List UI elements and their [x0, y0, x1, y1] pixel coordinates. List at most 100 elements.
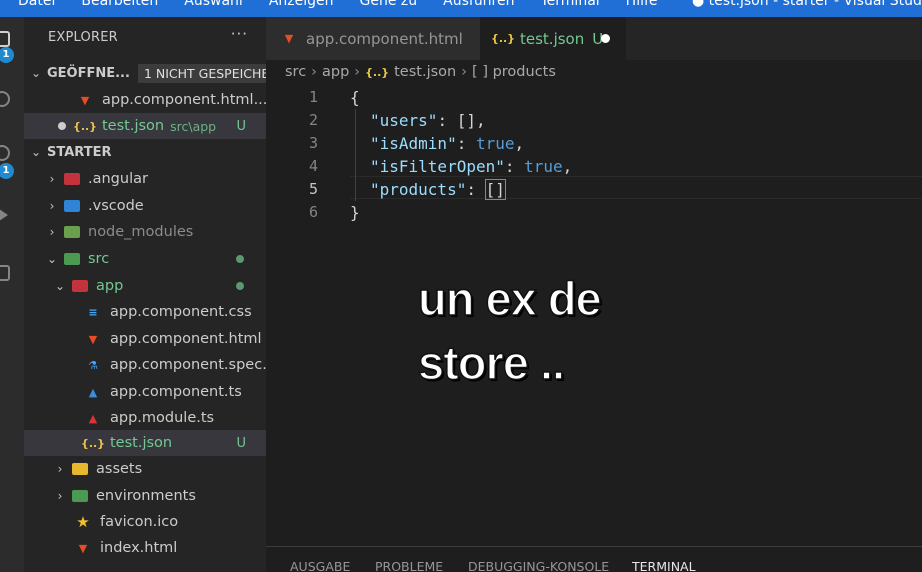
tree-item-spec[interactable]: ⚗ app.component.spec... — [24, 352, 266, 378]
html-file-icon: ▼ — [78, 541, 88, 555]
tree-item-label: .angular — [88, 171, 148, 187]
modified-dot-icon — [236, 255, 244, 263]
tree-item-node-modules[interactable]: › node_modules — [24, 219, 266, 245]
panel-tab-probleme[interactable]: PROBLEME — [375, 559, 443, 572]
tree-item-label: node_modules — [88, 224, 194, 240]
json-punct: : [], — [437, 111, 486, 130]
vscode-window: Datei Bearbeiten Auswahl Anzeigen Gehe z… — [0, 0, 922, 572]
tree-item-label: .vscode — [88, 198, 144, 214]
tree-item-label: app — [96, 278, 124, 294]
activity-bar: 1 1 — [0, 17, 24, 572]
tree-item-ts[interactable]: ▲ app.component.ts — [24, 379, 266, 405]
unsaved-dot-icon[interactable] — [601, 34, 610, 43]
json-file-icon: {..} — [365, 65, 390, 79]
json-key: "isAdmin" — [370, 134, 457, 153]
panel-tab-debug-console[interactable]: DEBUGGING-KONSOLE — [468, 559, 609, 572]
project-header[interactable]: ⌄ STARTER — [24, 139, 266, 165]
tab-label: app.component.html — [306, 29, 463, 48]
json-bool: true — [475, 134, 515, 153]
tree-item-label: test.json — [110, 435, 173, 451]
code-line: { — [350, 88, 360, 107]
panel-tab-ausgabe[interactable]: AUSGABE — [290, 559, 350, 572]
html-file-icon: ▼ — [284, 32, 294, 45]
tree-item-label: app.component.spec... — [110, 357, 266, 373]
tree-item-label: app.component.css — [110, 304, 252, 320]
brace-close: } — [350, 203, 360, 222]
tree-item-label: src — [88, 251, 110, 267]
line-number: 3 — [308, 134, 318, 152]
tree-item-css[interactable]: ≡ app.component.css — [24, 299, 266, 325]
menu-hilfe[interactable]: Hilfe — [626, 0, 658, 9]
menu-datei[interactable]: Datei — [18, 0, 55, 9]
tree-item-vscode[interactable]: › .vscode — [24, 193, 266, 219]
line-number: 4 — [308, 157, 318, 175]
menu-ausfuehren[interactable]: Ausführen — [443, 0, 514, 9]
app-folder-icon — [72, 280, 88, 292]
source-control-icon[interactable] — [0, 145, 10, 161]
menu-terminal[interactable]: Terminal — [541, 0, 600, 9]
code-line: "isAdmin": true, — [370, 134, 524, 153]
json-array-bracket: [] — [484, 179, 506, 200]
menu-bar: Datei Bearbeiten Auswahl Anzeigen Gehe z… — [18, 0, 658, 9]
explorer-title: EXPLORER — [48, 30, 118, 45]
tree-item-src[interactable]: ⌄ src — [24, 246, 266, 272]
json-punct: : — [456, 134, 476, 153]
panel-tab-terminal[interactable]: TERMINAL — [632, 559, 696, 572]
breadcrumb-app[interactable]: app — [322, 64, 349, 80]
run-debug-icon[interactable] — [0, 207, 8, 223]
chevron-right-icon: › — [49, 225, 55, 239]
json-punct: , — [514, 134, 525, 153]
search-icon[interactable] — [0, 91, 10, 107]
code-line: "users": [], — [370, 111, 486, 130]
chevron-right-icon: › — [57, 489, 63, 503]
json-punct: : — [504, 157, 525, 176]
chevron-right-icon: › — [57, 462, 63, 476]
tree-item-module[interactable]: ▲ app.module.ts — [24, 405, 266, 431]
open-editors-header[interactable]: ⌄ GEÖFFNE... 1 NICHT GESPEICHERT — [24, 60, 266, 86]
menu-bearbeiten[interactable]: Bearbeiten — [81, 0, 158, 9]
open-editor-item[interactable]: ▼ app.component.html... — [24, 87, 266, 113]
window-title: ● test.json - starter - Visual Studio Co — [692, 0, 922, 9]
indent-guide — [355, 109, 356, 201]
code-line: "products": [] — [370, 179, 506, 200]
tab-label: test.json — [520, 29, 585, 48]
tree-item-favicon[interactable]: ★ favicon.ico — [24, 509, 266, 535]
tab-test-json[interactable]: {..} test.json U — [480, 17, 626, 60]
open-editor-item-active[interactable]: {..} test.json src\app U — [24, 113, 266, 139]
json-file-icon: {..} — [490, 32, 516, 45]
open-editors-label: GEÖFFNE... — [47, 65, 130, 81]
caption-line: un ex de — [417, 271, 602, 326]
breadcrumb-src[interactable]: src — [285, 64, 306, 80]
explorer-icon[interactable] — [0, 31, 10, 47]
tree-item-html[interactable]: ▼ app.component.html — [24, 326, 266, 352]
json-file-icon: {..} — [80, 436, 106, 450]
src-folder-icon — [64, 253, 80, 265]
caption-overlay: un ex de store .. — [417, 267, 602, 395]
title-bar: Datei Bearbeiten Auswahl Anzeigen Gehe z… — [0, 0, 922, 17]
star-icon: ★ — [76, 513, 90, 531]
json-key: "products" — [370, 180, 467, 199]
tree-item-assets[interactable]: › assets — [24, 456, 266, 482]
tree-item-index[interactable]: ▼ index.html — [24, 535, 266, 561]
code-line: } — [350, 203, 360, 222]
menu-auswahl[interactable]: Auswahl — [184, 0, 243, 9]
breadcrumb-file[interactable]: test.json — [394, 64, 456, 80]
extensions-icon[interactable] — [0, 265, 10, 281]
json-key: "isFilterOpen" — [370, 157, 505, 176]
more-actions-icon[interactable]: ··· — [231, 25, 248, 43]
tree-item-app[interactable]: ⌄ app — [24, 273, 266, 299]
bottom-panel: AUSGABE PROBLEME DEBUGGING-KONSOLE TERMI… — [266, 546, 922, 572]
menu-gehe-zu[interactable]: Gehe zu — [360, 0, 418, 9]
tree-item-environments[interactable]: › environments — [24, 483, 266, 509]
menu-anzeigen[interactable]: Anzeigen — [269, 0, 334, 9]
chevron-right-icon: › — [311, 64, 317, 80]
breadcrumb-symbol[interactable]: [ ] products — [472, 64, 556, 80]
tree-item-angular[interactable]: › .angular — [24, 166, 266, 192]
scm-badge: 1 — [0, 163, 14, 179]
tab-app-component-html[interactable]: ▼ app.component.html — [266, 17, 480, 60]
open-editor-name: test.json — [102, 118, 165, 134]
tree-item-test-json[interactable]: {..} test.json U — [24, 430, 266, 456]
line-number: 6 — [308, 203, 318, 221]
tree-item-label: environments — [96, 488, 196, 504]
angular-ts-icon: ▲ — [88, 385, 98, 399]
